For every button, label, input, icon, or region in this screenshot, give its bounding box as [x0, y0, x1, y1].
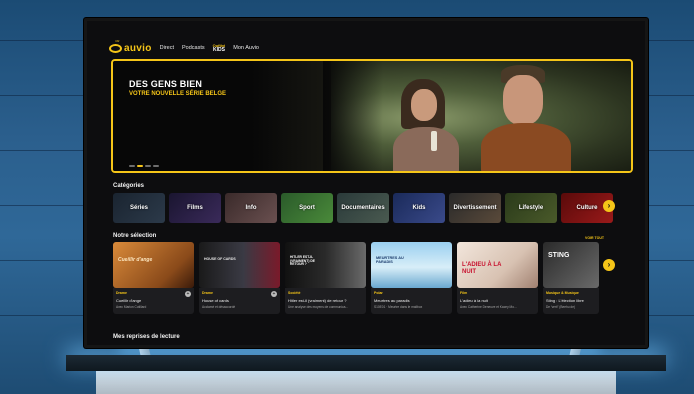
card-title: Meurtres au paradis: [374, 298, 410, 303]
category-label: Sport: [299, 205, 315, 211]
category-lifestyle[interactable]: Lifestyle: [505, 193, 557, 223]
card-genre: Polar: [374, 291, 383, 295]
hero-subtitle: VOTRE NOUVELLE SÉRIE BELGE: [129, 91, 227, 97]
hero-person-face: [503, 75, 543, 125]
hero-fade: [323, 61, 383, 171]
auvio-logo[interactable]: rtbf auvio: [109, 39, 152, 54]
category-row: Séries Films Info Sport Documentaires Ki…: [113, 193, 613, 223]
category-label: Divertissement: [453, 205, 497, 211]
see-all-link[interactable]: VOIR TOUT: [585, 236, 604, 240]
card-thumbnail: HITLER EST-IL (VRAIMENT) DE RETOUR ?: [285, 242, 366, 288]
tv-table: [66, 355, 666, 371]
content-card[interactable]: L'ADIEU À LA NUIT Film L'adieu à la nuit…: [457, 242, 538, 314]
content-card[interactable]: HOUSE OF CARDS Drame + House of cards Ac…: [199, 242, 280, 314]
category-label: Info: [245, 205, 257, 211]
television: rtbf auvio Direct Podcasts Ouftivi KIDS …: [84, 18, 648, 348]
card-image-text: Cueillir d'ange: [118, 257, 153, 263]
hero-person-body: [393, 127, 459, 171]
card-thumbnail: HOUSE OF CARDS: [199, 242, 280, 288]
category-divertissement[interactable]: Divertissement: [449, 193, 501, 223]
card-thumbnail: L'ADIEU À LA NUIT: [457, 242, 538, 288]
card-image-text: HITLER EST-IL (VRAIMENT) DE RETOUR ?: [290, 255, 315, 267]
card-image-text: MEURTRES AU PARADIS: [376, 256, 404, 265]
card-image-text: HOUSE OF CARDS: [204, 257, 236, 261]
card-info: Film L'adieu à la nuit Avec Catherine De…: [457, 288, 538, 314]
category-films[interactable]: Films: [169, 193, 221, 223]
nav-podcasts[interactable]: Podcasts: [182, 45, 205, 51]
hero-text-panel: [113, 61, 343, 171]
card-title: L'adieu à la nuit: [460, 298, 488, 303]
category-series[interactable]: Séries: [113, 193, 165, 223]
carousel-dot[interactable]: [153, 165, 159, 167]
card-info: Société Hitler est-il (vraiment) de reto…: [285, 288, 366, 314]
wine-glass-icon: [431, 131, 437, 151]
selection-heading: Notre sélection: [113, 233, 157, 239]
card-description: Acclamé et désaccordé: [202, 305, 236, 309]
card-image-text: L'ADIEU À LA NUIT: [462, 262, 502, 275]
nav-kids[interactable]: Ouftivi KIDS: [212, 43, 226, 53]
category-kids[interactable]: Kids: [393, 193, 445, 223]
card-description: S10E01 · Meurtre dans le mailbox: [374, 305, 423, 309]
carousel-dot[interactable]: [129, 165, 135, 167]
content-card[interactable]: MEURTRES AU PARADIS Polar Meurtres au pa…: [371, 242, 452, 314]
card-genre: Drame: [116, 291, 127, 295]
category-label: Culture: [576, 205, 598, 211]
category-label: Documentaires: [341, 205, 385, 211]
kids-bottom-label: KIDS: [212, 46, 225, 53]
category-label: Kids: [412, 205, 426, 211]
categories-next-arrow-icon[interactable]: ›: [603, 200, 615, 212]
card-info: Polar Meurtres au paradis S10E01 · Meurt…: [371, 288, 452, 314]
card-info: Drame + Cueillir d'ange Avec Marion Coti…: [113, 288, 194, 314]
hero-title: DES GENS BIEN: [129, 79, 203, 89]
hero-banner[interactable]: DES GENS BIEN VOTRE NOUVELLE SÉRIE BELGE: [111, 59, 633, 173]
card-title: Hitler est-il (vraiment) de retour ?: [288, 298, 347, 303]
nav-direct[interactable]: Direct: [160, 45, 174, 51]
hero-person-body: [481, 123, 571, 171]
tv-screen: rtbf auvio Direct Podcasts Ouftivi KIDS …: [87, 21, 645, 345]
top-nav: rtbf auvio Direct Podcasts Ouftivi KIDS …: [109, 39, 259, 55]
selection-next-arrow-icon[interactable]: ›: [603, 259, 615, 271]
content-card[interactable]: HITLER EST-IL (VRAIMENT) DE RETOUR ? Soc…: [285, 242, 366, 314]
card-description: Une analyse des moyens de communica...: [288, 305, 349, 309]
card-image-text: STING: [548, 252, 570, 259]
carousel-dot[interactable]: [145, 165, 151, 167]
logo-text: auvio: [124, 42, 152, 54]
card-genre: Drame: [202, 291, 213, 295]
card-thumbnail: Cueillir d'ange: [113, 242, 194, 288]
resume-heading: Mes reprises de lecture: [113, 334, 180, 340]
category-label: Lifestyle: [518, 205, 544, 211]
card-description: Avec Catherine Deneuve et Kacey Mo...: [460, 305, 517, 309]
carousel-dot-active[interactable]: [137, 165, 143, 167]
card-description: Avec Marion Cotillard: [116, 305, 147, 309]
add-icon[interactable]: +: [185, 291, 191, 297]
logo-brand-small: rtbf: [115, 38, 120, 43]
add-icon[interactable]: +: [271, 291, 277, 297]
content-card[interactable]: Cueillir d'ange Drame + Cueillir d'ange …: [113, 242, 194, 314]
card-thumbnail: MEURTRES AU PARADIS: [371, 242, 452, 288]
card-thumbnail: STING: [543, 242, 599, 288]
category-sport[interactable]: Sport: [281, 193, 333, 223]
hero-person-face: [411, 89, 437, 121]
card-info: Drame + House of cards Acclamé et désacc…: [199, 288, 280, 314]
card-title: Cueillir d'ange: [116, 298, 142, 303]
category-info[interactable]: Info: [225, 193, 277, 223]
nav-mon-auvio[interactable]: Mon Auvio: [233, 45, 259, 51]
carousel-dots: [129, 165, 159, 167]
card-info: Musique & Musique Sting : L'élection lib…: [543, 288, 599, 314]
category-label: Séries: [129, 205, 148, 211]
categories-heading: Catégories: [113, 183, 145, 189]
category-label: Films: [187, 205, 203, 211]
tv-cabinet: [96, 370, 616, 394]
category-documentaires[interactable]: Documentaires: [337, 193, 389, 223]
card-title: Sting : L'élection libre: [546, 298, 584, 303]
content-card[interactable]: STING Musique & Musique Sting : L'électi…: [543, 242, 599, 314]
card-title: House of cards: [202, 298, 229, 303]
selection-row: Cueillir d'ange Drame + Cueillir d'ange …: [113, 242, 599, 314]
logo-ring-icon: [109, 43, 122, 53]
card-description: De 'vert!' (Beehu de): [546, 305, 576, 309]
card-genre: Film: [460, 291, 468, 295]
card-genre: Société: [288, 291, 301, 295]
card-genre: Musique & Musique: [546, 291, 579, 295]
